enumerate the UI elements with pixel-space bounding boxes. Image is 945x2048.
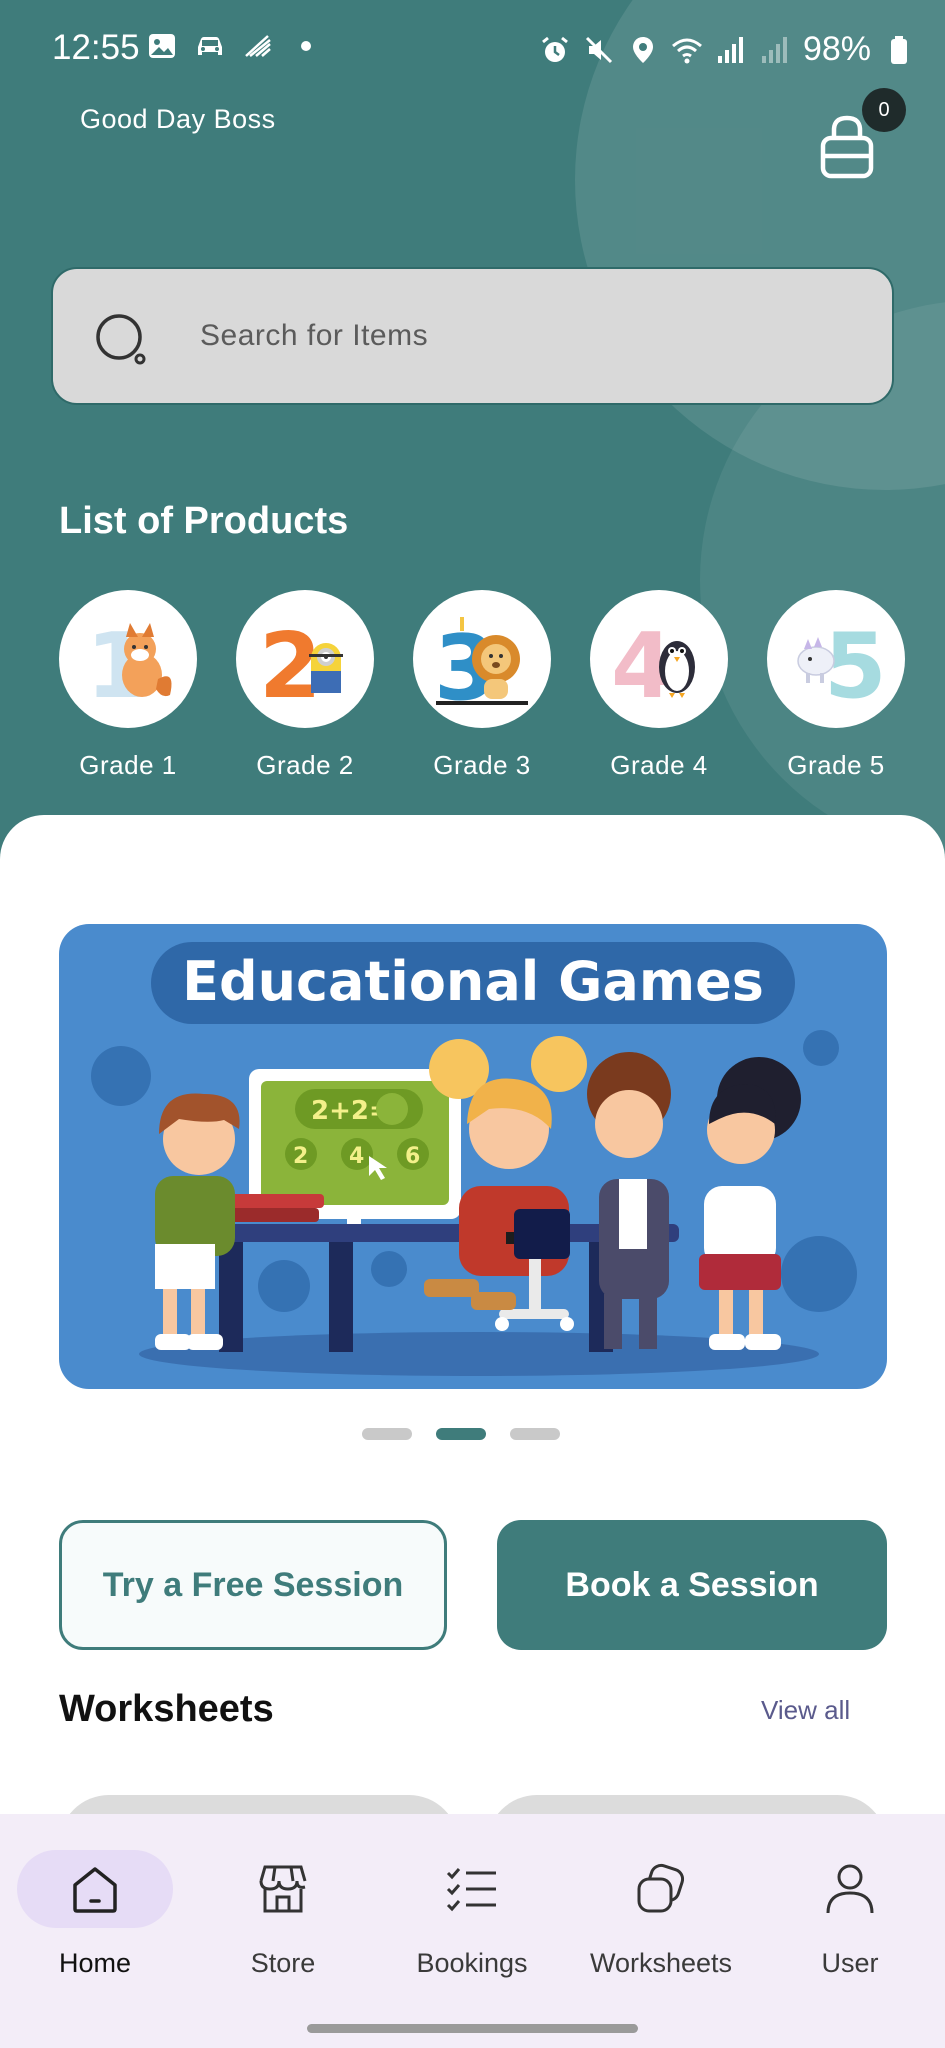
greeting-text: Good Day Boss (80, 104, 276, 134)
nav-item-user[interactable]: User (770, 1850, 930, 1979)
nav-label: User (821, 1948, 879, 1978)
grade-label: Grade 2 (256, 750, 354, 780)
alarm-icon (542, 36, 568, 62)
cart-count-badge: 0 (862, 88, 906, 132)
status-bar: 12:55 98% (0, 0, 945, 96)
grade-label: Grade 3 (433, 750, 531, 780)
grade-label: Grade 5 (787, 750, 885, 780)
grade-item-5[interactable]: 5 Grade 5 (767, 590, 905, 781)
nav-icon-container (394, 1850, 550, 1928)
nav-item-bookings[interactable]: Bookings (392, 1850, 552, 1979)
banner-title: Educational Games (182, 950, 764, 1013)
bottom-navigation: Home Store Bookings Worksheets User (0, 1814, 945, 2048)
nav-label: Store (250, 1948, 316, 1978)
search-input[interactable]: Search for Items (200, 319, 428, 353)
banner-option: 4 (349, 1144, 364, 1169)
gesture-bar[interactable] (307, 2024, 638, 2033)
promo-banner[interactable]: 2+2= 2 4 6 Educational Games (59, 924, 887, 1389)
wifi-icon (671, 38, 702, 63)
grade-label: Grade 4 (610, 750, 708, 780)
grade-label: Grade 1 (79, 750, 177, 780)
nav-icon-container (17, 1850, 173, 1928)
carousel-dot[interactable] (510, 1428, 560, 1440)
nav-item-worksheets[interactable]: Worksheets (581, 1850, 741, 1979)
grade-list: 1 Grade 1 2 Grade 2 3 Grade 3 4 Grade 4 … (59, 590, 939, 790)
nav-item-store[interactable]: Store (203, 1850, 363, 1979)
banner-option: 2 (293, 1144, 308, 1169)
nav-item-home[interactable]: Home (15, 1850, 175, 1979)
status-time: 12:55 (52, 28, 140, 67)
gallery-icon (149, 34, 175, 58)
grade-item-4[interactable]: 4 Grade 4 (590, 590, 728, 781)
car-icon (198, 37, 222, 55)
checklist-icon (446, 1868, 496, 1912)
products-section-title: List of Products (59, 500, 349, 542)
battery-percentage: 98% (802, 30, 871, 68)
dot-icon (301, 41, 311, 51)
user-icon (826, 1864, 874, 1914)
location-icon (632, 36, 653, 63)
worksheets-section-title: Worksheets (59, 1688, 274, 1730)
battery-icon (891, 35, 907, 64)
carousel-indicators (362, 1428, 560, 1440)
try-free-session-button[interactable]: Try a Free Session (59, 1520, 447, 1650)
nav-label: Home (58, 1948, 132, 1978)
home-icon (73, 1867, 117, 1913)
signal-weak-icon (761, 36, 787, 63)
grade-item-3[interactable]: 3 Grade 3 (413, 590, 551, 781)
nav-icon-container (583, 1850, 739, 1928)
wifi-calling-icon (245, 35, 271, 57)
nav-icon-container (772, 1850, 928, 1928)
worksheets-icon (637, 1863, 685, 1913)
dinosaur-icon: 5 (767, 590, 905, 728)
fox-icon: 1 (59, 590, 197, 728)
search-bar[interactable]: Search for Items (51, 267, 894, 405)
carousel-dot-active[interactable] (436, 1428, 486, 1440)
grade-item-2[interactable]: 2 Grade 2 (236, 590, 374, 781)
lion-icon: 3 (413, 590, 551, 728)
search-icon (96, 314, 146, 365)
minion-icon: 2 (236, 590, 374, 728)
view-all-link[interactable]: View all (761, 1695, 850, 1726)
banner-option: 6 (405, 1144, 420, 1169)
nav-label: Bookings (416, 1948, 528, 1978)
signal-icon (717, 36, 743, 63)
nav-label: Worksheets (589, 1948, 733, 1978)
book-session-button[interactable]: Book a Session (497, 1520, 887, 1650)
store-icon (259, 1865, 307, 1913)
penguin-icon: 4 (590, 590, 728, 728)
nav-icon-container (205, 1850, 361, 1928)
carousel-dot[interactable] (362, 1428, 412, 1440)
grade-item-1[interactable]: 1 Grade 1 (59, 590, 197, 781)
mute-icon (585, 36, 612, 63)
